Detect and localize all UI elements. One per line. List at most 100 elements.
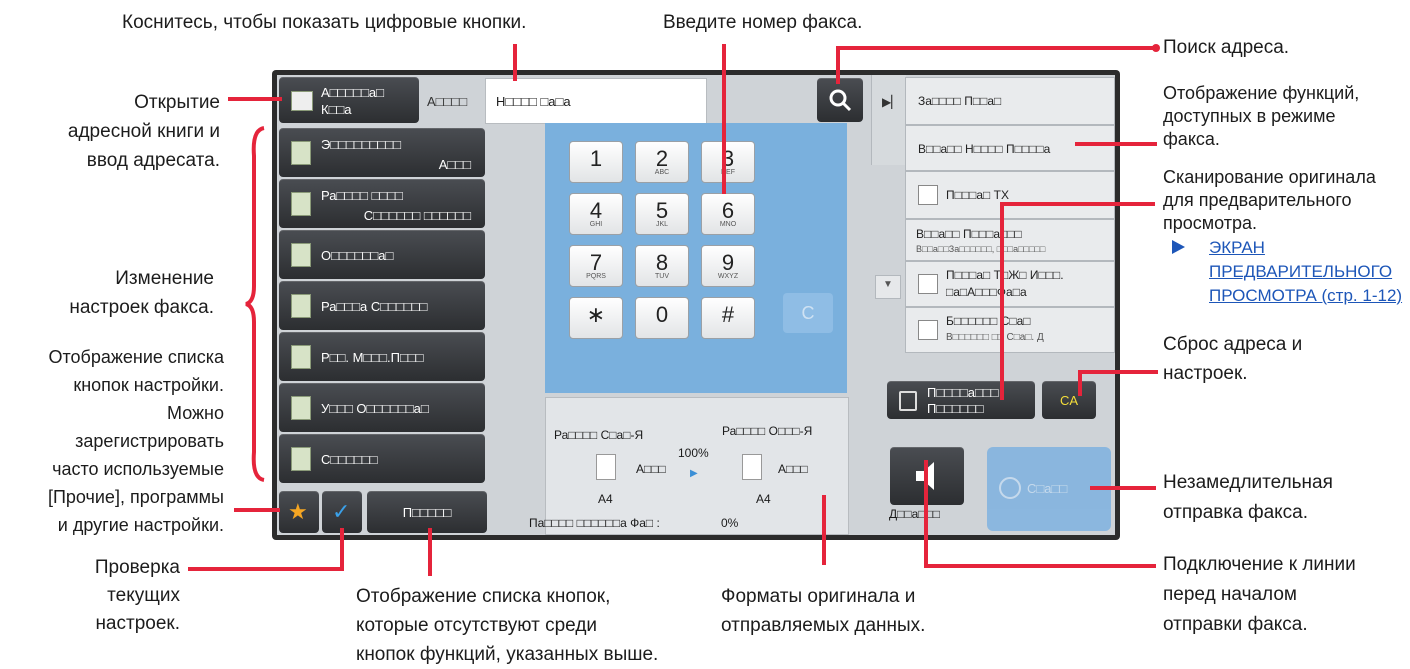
fax-memory-label: Па□□□□ □□□□□□а Фа□ :: [529, 516, 660, 530]
key-letters: TUV: [655, 273, 669, 280]
keypad-key[interactable]: 0: [635, 297, 689, 339]
annotation-line: для предварительного: [1163, 190, 1352, 210]
send-document-icon: [742, 454, 762, 480]
menu-button[interactable]: О□□□□□□а□: [279, 230, 485, 279]
favorites-button[interactable]: ★: [279, 491, 319, 533]
menu-label: У□□□ О□□□□□□а□: [321, 401, 429, 416]
keypad-key[interactable]: #: [701, 297, 755, 339]
annotation-line: отправки факса.: [1163, 614, 1308, 635]
dual-item[interactable]: П□□□а□ Т□Ж□ И□□□. □а□А□□□Фа□а: [905, 261, 1115, 307]
link-line[interactable]: ПРОСМОТРА (стр. 1-12): [1209, 284, 1402, 308]
keypad-key[interactable]: 1: [569, 141, 623, 183]
keypad-key[interactable]: 5 JKL: [635, 193, 689, 235]
dual-checkbox[interactable]: [918, 274, 938, 294]
annotation-change-settings: Изменение настроек факса.: [40, 264, 214, 322]
polling-label: В□□а□□ П□□□а□□□: [916, 227, 1022, 241]
right-panel-toggle[interactable]: ▶▏: [871, 75, 906, 165]
dual-sublabel: □а□А□□□Фа□а: [946, 285, 1027, 299]
arrow-right-icon: ▶: [690, 468, 698, 479]
ca-label: CA: [1059, 393, 1079, 408]
leader-search-dot: [1152, 44, 1160, 52]
keypad-key[interactable]: 3 DEF: [701, 141, 755, 183]
preview-screen-link[interactable]: ЭКРАН ПРЕДВАРИТЕЛЬНОГО ПРОСМОТРА (стр. 1…: [1209, 236, 1402, 308]
key-letters: MNO: [719, 221, 737, 228]
annotation-line: часто используемые: [52, 459, 224, 479]
right-item-fax-number[interactable]: В□□а□□ Н□□□□ П□□□□а: [905, 125, 1115, 171]
clear-key[interactable]: C: [783, 293, 833, 333]
key-digit: #: [721, 302, 735, 327]
key-letters: JKL: [655, 221, 669, 228]
menu-button[interactable]: Э□□□□□□□□□ А□□□: [279, 128, 485, 177]
keypad-key[interactable]: ∗: [569, 297, 623, 339]
key-digit: ∗: [586, 302, 606, 327]
menu-button[interactable]: С□□□□□□: [279, 434, 485, 483]
annotation-other-buttons: Отображение списка кнопок, которые отсут…: [356, 582, 658, 669]
preview-button[interactable]: П□□□□а□□□ П□□□□□□: [887, 381, 1035, 419]
keypad-key[interactable]: 7 PQRS: [569, 245, 623, 287]
scroll-down-button[interactable]: ▼: [875, 275, 901, 299]
address-book-label: К□□а: [321, 102, 352, 117]
scan-size-label: Ра□□□□ С□а□-Я: [554, 428, 644, 442]
annotation-line: Форматы оригинала и: [721, 586, 916, 607]
leader-scan-v: [1000, 202, 1004, 400]
menu-sublabel: А□□□: [438, 157, 471, 172]
leader-reset-v: [1078, 370, 1082, 396]
key-letters: GHI: [589, 221, 603, 228]
address-label: А□□□□: [427, 94, 468, 109]
leader-others: [428, 528, 432, 576]
send-size-icon: [291, 294, 311, 318]
leader-touch-keys: [513, 44, 517, 81]
key-letters: DEF: [721, 169, 735, 176]
annotation-enter-fax: Введите номер факса.: [663, 12, 863, 33]
leader-formats: [822, 495, 826, 565]
expand-arrow-icon: ▶▏: [882, 95, 901, 109]
ca-button[interactable]: CA: [1042, 381, 1096, 419]
annotation-touch-keys: Коснитесь, чтобы показать цифровые кнопк…: [122, 12, 527, 33]
keypad-key[interactable]: 8 TUV: [635, 245, 689, 287]
annotation-line: просмотра.: [1163, 213, 1258, 233]
address-search-button[interactable]: [817, 78, 863, 122]
leader-send: [1090, 486, 1156, 490]
annotation-line: Можно: [167, 403, 224, 423]
check-settings-button[interactable]: ✓: [322, 491, 362, 533]
address-book-button[interactable]: А□□□□□а□ К□□а: [279, 77, 419, 123]
menu-label: Ра□□□а С□□□□□□: [321, 299, 428, 314]
ratio-value: 100%: [678, 446, 709, 460]
annotation-formats: Форматы оригинала и отправляемых данных.: [721, 582, 925, 640]
keypad-key[interactable]: 9 WXYZ: [701, 245, 755, 287]
print-tx-checkbox[interactable]: [918, 185, 938, 205]
menu-button[interactable]: У□□□ О□□□□□□а□: [279, 383, 485, 432]
link-line[interactable]: ЭКРАН: [1209, 236, 1402, 260]
annotation-settings-list: Отображение списка кнопок настройки. Мож…: [4, 343, 224, 539]
fax-number-input[interactable]: Н□□□□ □а□а: [485, 78, 707, 124]
annotation-line: ввод адресата.: [86, 150, 220, 171]
right-item-label: В□□а□□ Н□□□□ П□□□□а: [918, 142, 1051, 156]
erase-checkbox[interactable]: [918, 320, 938, 340]
keypad-key[interactable]: 4 GHI: [569, 193, 623, 235]
annotation-line: отправка факса.: [1163, 502, 1309, 523]
annotation-line: Незамедлительная: [1163, 472, 1333, 493]
polling-item[interactable]: В□□а□□ П□□□а□□□ В□□а□□За□□□□□□, □□□а□□□□…: [905, 219, 1115, 261]
link-line[interactable]: ПРЕДВАРИТЕЛЬНОГО: [1209, 260, 1402, 284]
leader-search-v: [836, 46, 840, 84]
menu-button[interactable]: Ра□□□□ □□□□ С□□□□□□ □□□□□□: [279, 179, 485, 228]
annotation-address-search: Поиск адреса.: [1163, 37, 1290, 58]
annotation-line: отправляемых данных.: [721, 615, 926, 636]
menu-button[interactable]: Ра□□□а С□□□□□□: [279, 281, 485, 330]
right-item-label: За□□□□ П□□а□: [918, 94, 1002, 108]
keypad-key[interactable]: 2 ABC: [635, 141, 689, 183]
annotation-line: текущих: [107, 585, 180, 606]
keypad-key[interactable]: 6 MNO: [701, 193, 755, 235]
original-document-icon: [596, 454, 616, 480]
annotation-line: кнопок функций, указанных выше.: [356, 644, 659, 665]
erase-item[interactable]: Б□□□□□□ С□а□ В□□□□□□ □□ С□а□. Д: [905, 307, 1115, 353]
print-tx-checkbox-row[interactable]: П□□□а□ TX: [905, 171, 1115, 219]
fax-panel: А□□□□□а□ К□□а А□□□□ Н□□□□ □а□а ▶▏ Э□□□□□…: [277, 75, 1115, 535]
others-button[interactable]: П□□□□□: [367, 491, 487, 533]
erase-sublabel: В□□□□□□ □□ С□а□. Д: [946, 332, 1044, 343]
annotation-line: Открытие: [134, 92, 220, 113]
right-item-quick-file[interactable]: За□□□□ П□□а□: [905, 77, 1115, 125]
leader-list: [234, 508, 280, 512]
menu-button[interactable]: Р□□. М□□□.П□□□: [279, 332, 485, 381]
annotation-line: [Прочие], программы: [47, 487, 224, 507]
